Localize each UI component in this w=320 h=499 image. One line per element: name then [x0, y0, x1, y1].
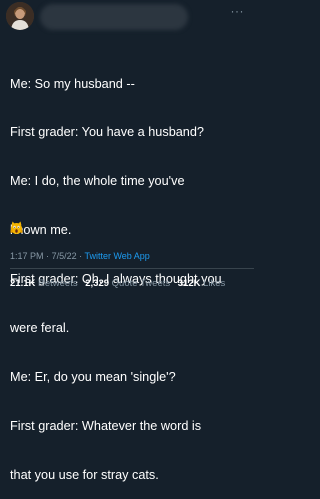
tweet-line: First grader: You have a husband? — [10, 125, 204, 140]
tweet-stats: 21.1K Retweets 2,329 Quote Tweets 312K L… — [10, 278, 230, 289]
meta-separator: · — [46, 251, 50, 261]
tweet-line: known me. — [10, 223, 72, 238]
blurred-username — [40, 4, 188, 30]
meta-separator: · — [79, 251, 83, 261]
avatar-image — [6, 2, 34, 30]
likes-count: 312K — [177, 278, 201, 289]
tweet-line: First grader: Whatever the word is — [10, 418, 202, 433]
tweet-timestamp: 1:17 PM · 7/5/22 · Twitter Web App — [10, 251, 150, 261]
tweet-line: Me: Er, do you mean 'single'? — [10, 369, 176, 384]
scream-cat-emoji-icon — [10, 221, 23, 234]
quote-tweets-label: Quote Tweets — [111, 278, 171, 289]
tweet-source-link[interactable]: Twitter Web App — [84, 251, 149, 261]
tweet-line: Me: So my husband -- — [10, 76, 135, 91]
retweets-stat[interactable]: 21.1K Retweets — [10, 278, 78, 289]
retweets-label: Retweets — [38, 278, 78, 289]
tweet-line: that you use for stray cats. — [10, 467, 159, 482]
likes-stat[interactable]: 312K Likes — [178, 278, 226, 289]
tweet-time[interactable]: 1:17 PM — [10, 251, 44, 261]
more-options-icon[interactable]: ··· — [231, 5, 245, 17]
tweet-date[interactable]: 7/5/22 — [52, 251, 77, 261]
tweet-line: were feral. — [10, 321, 70, 336]
tweet-line: Me: I do, the whole time you've — [10, 174, 185, 189]
tweet-text: Me: So my husband -- First grader: You h… — [10, 43, 252, 499]
quote-tweets-count: 2,329 — [85, 278, 110, 289]
quote-tweets-stat[interactable]: 2,329 Quote Tweets — [85, 278, 170, 289]
avatar[interactable] — [6, 2, 34, 30]
retweets-count: 21.1K — [10, 278, 36, 289]
likes-label: Likes — [203, 278, 226, 289]
divider — [10, 268, 254, 269]
tweet-header: ··· — [0, 0, 254, 32]
